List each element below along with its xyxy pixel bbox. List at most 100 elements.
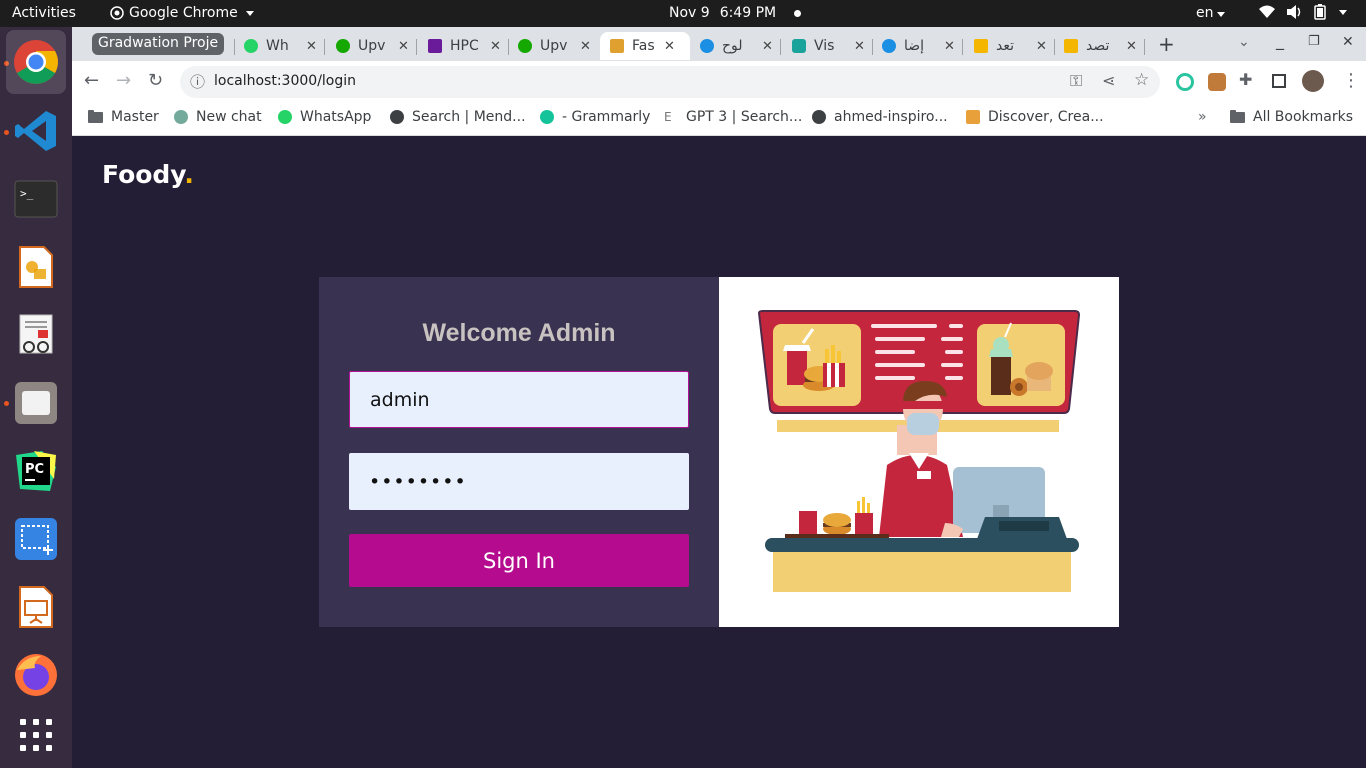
running-indicator — [4, 401, 9, 406]
svg-text:PC: PC — [25, 462, 44, 477]
close-icon[interactable]: ✕ — [580, 39, 591, 54]
more-bookmarks-icon[interactable]: » — [1198, 109, 1207, 125]
dock-pycharm[interactable]: PC — [12, 447, 60, 495]
tab-separator — [780, 39, 781, 55]
close-window-icon[interactable]: ✕ — [1342, 34, 1354, 50]
tab-upwork-1[interactable]: Upv ✕ — [336, 32, 409, 60]
bookmark-new-chat[interactable]: New chat — [174, 109, 262, 125]
browser-toolbar: ← → ↻ ⓘ localhost:3000/login ⚿ ⋖ ☆ ✚ ⋮ — [72, 61, 1366, 103]
bookmark-grammarly[interactable]: - Grammarly — [540, 109, 650, 125]
tab-foody-active[interactable]: Fas ✕ — [600, 32, 690, 60]
tab-arabic-3[interactable]: تعد ✕ — [974, 32, 1047, 60]
logo-dot: . — [184, 160, 194, 189]
system-top-bar: Activities Google Chrome Nov 9 6:49 PM e… — [0, 0, 1366, 27]
password-input[interactable]: •••••••• — [349, 453, 689, 510]
bookmark-gpt3[interactable]: E GPT 3 | Search... — [664, 109, 802, 125]
close-icon[interactable]: ✕ — [762, 39, 773, 54]
system-tray[interactable] — [1258, 4, 1347, 20]
libreoffice-draw-icon — [19, 246, 53, 288]
tab-arabic-4[interactable]: تصد ✕ — [1064, 32, 1137, 60]
key-icon[interactable]: ⚿ — [1070, 71, 1082, 91]
bookmark-master[interactable]: Master — [88, 109, 159, 125]
close-icon[interactable]: ✕ — [490, 39, 501, 54]
close-icon[interactable]: ✕ — [1126, 39, 1137, 54]
bookmark-ahmed[interactable]: ahmed-inspiro... — [812, 109, 948, 125]
back-icon[interactable]: ← — [84, 70, 99, 91]
dock-vscode[interactable] — [12, 107, 60, 155]
dock-screenshot[interactable] — [12, 515, 60, 563]
tab-upwork-2[interactable]: Upv ✕ — [518, 32, 591, 60]
tab-arabic-2[interactable]: إضا ✕ — [882, 32, 955, 60]
new-tab-icon[interactable]: + — [1158, 32, 1175, 56]
extension-avatar-icon[interactable] — [1208, 73, 1226, 91]
side-panel-icon[interactable] — [1272, 74, 1286, 88]
reload-icon[interactable]: ↻ — [148, 70, 163, 91]
login-form-panel: Welcome Admin admin •••••••• Sign In — [319, 277, 719, 627]
more-menu-icon[interactable]: ⋮ — [1342, 70, 1360, 91]
chevron-down-icon — [245, 10, 254, 16]
date-label: Nov 9 — [669, 5, 710, 21]
notification-dot-icon — [794, 9, 802, 17]
address-bar[interactable]: ⓘ localhost:3000/login ⚿ ⋖ ☆ — [180, 66, 1160, 98]
app-menu[interactable]: Google Chrome — [110, 5, 254, 21]
username-input[interactable]: admin — [349, 371, 689, 428]
tab-arabic-1[interactable]: لوح ✕ — [700, 32, 773, 60]
dock-terminal[interactable]: >_ — [12, 175, 60, 223]
bookmark-mendeley[interactable]: Search | Mend... — [390, 109, 526, 125]
dock-document-viewer[interactable] — [12, 311, 60, 359]
clock[interactable]: Nov 9 6:49 PM — [669, 5, 802, 21]
whatsapp-icon — [244, 39, 258, 53]
app-menu-label: Google Chrome — [129, 5, 238, 21]
tab-group-label[interactable]: Gradwation Proje — [92, 33, 224, 55]
dock-draw[interactable] — [12, 243, 60, 291]
chevron-down-icon — [1339, 9, 1347, 15]
tab-search-icon[interactable]: ⌄ — [1238, 34, 1250, 50]
all-bookmarks-label: All Bookmarks — [1253, 109, 1354, 125]
site-logo[interactable]: Foody. — [102, 160, 194, 189]
bookmark-star-icon[interactable]: ☆ — [1134, 70, 1149, 90]
dock-chrome[interactable] — [6, 30, 66, 94]
bookmark-discover[interactable]: Discover, Crea... — [966, 109, 1104, 125]
minimize-icon[interactable]: _ — [1276, 31, 1284, 50]
sign-in-button[interactable]: Sign In — [349, 534, 689, 587]
tab-separator — [508, 39, 509, 55]
e-icon: E — [664, 110, 672, 124]
profile-avatar[interactable] — [1302, 70, 1324, 92]
dock-show-apps[interactable] — [12, 711, 60, 759]
tab-separator — [324, 39, 325, 55]
language-indicator[interactable]: en — [1196, 5, 1225, 21]
circle-site-icon — [882, 39, 896, 53]
welcome-heading: Welcome Admin — [422, 319, 616, 347]
dock-impress[interactable] — [12, 583, 60, 631]
share-icon[interactable]: ⋖ — [1102, 71, 1115, 90]
dock-files[interactable] — [12, 379, 60, 427]
forward-icon[interactable]: → — [116, 70, 131, 91]
close-icon[interactable]: ✕ — [854, 39, 865, 54]
extension-grammarly-icon[interactable] — [1176, 73, 1194, 91]
close-icon[interactable]: ✕ — [398, 39, 409, 54]
all-bookmarks[interactable]: All Bookmarks — [1230, 109, 1353, 125]
circle-site-icon — [700, 39, 714, 53]
info-icon[interactable]: ⓘ — [190, 71, 205, 92]
close-icon[interactable]: ✕ — [1036, 39, 1047, 54]
restore-icon[interactable]: ❐ — [1308, 34, 1320, 49]
tab-hpc[interactable]: HPC ✕ — [428, 32, 501, 60]
language-label: en — [1196, 5, 1214, 21]
tab-title: تعد — [996, 38, 1014, 54]
close-icon[interactable]: ✕ — [306, 39, 317, 54]
dock-firefox[interactable] — [12, 651, 60, 699]
dock: >_ PC — [0, 27, 72, 768]
page-content: Foody. Welcome Admin admin •••••••• Sign… — [72, 136, 1366, 768]
tab-whatsapp[interactable]: Wh ✕ — [244, 32, 317, 60]
tab-visual[interactable]: Vis ✕ — [792, 32, 865, 60]
grammarly-icon — [540, 110, 554, 124]
tab-title: لوح — [722, 38, 743, 54]
bookmark-whatsapp[interactable]: WhatsApp — [278, 109, 371, 125]
close-icon[interactable]: ✕ — [664, 39, 675, 54]
globe-icon — [812, 110, 826, 124]
extensions-puzzle-icon[interactable]: ✚ — [1239, 70, 1252, 89]
close-icon[interactable]: ✕ — [944, 39, 955, 54]
activities-button[interactable]: Activities — [12, 5, 76, 21]
url-text[interactable]: localhost:3000/login — [214, 73, 356, 89]
screenshot-icon — [15, 518, 57, 560]
